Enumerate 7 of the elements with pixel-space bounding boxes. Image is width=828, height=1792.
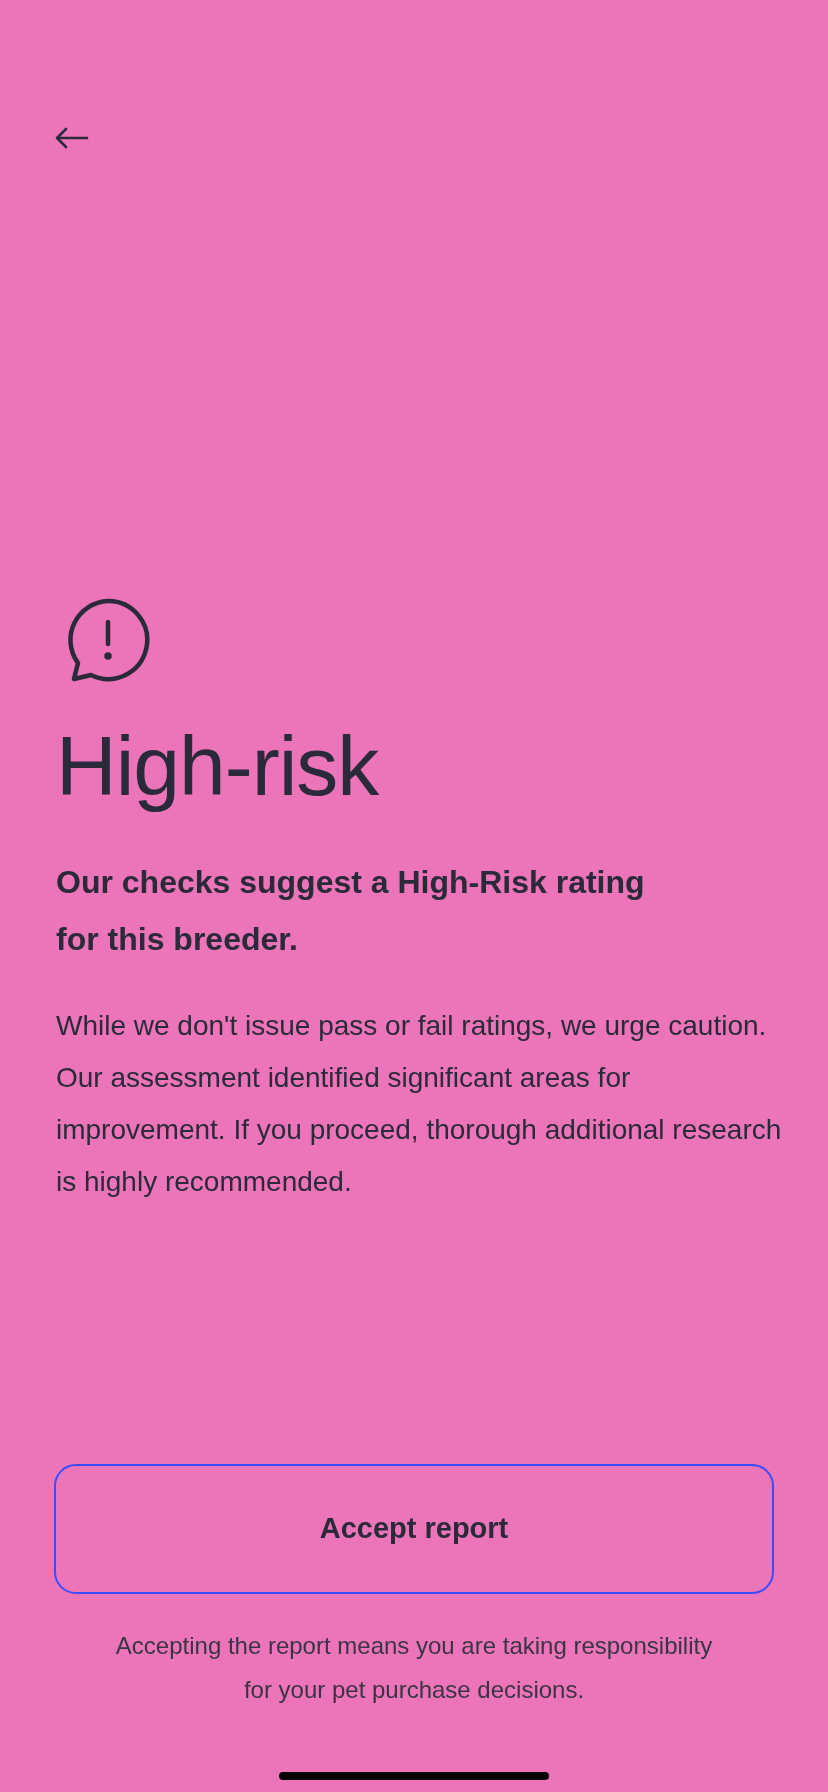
disclaimer-text: Accepting the report means you are taking responsibility for your pet purchase decisions. <box>114 1631 714 1705</box>
accept-report-button[interactable]: Accept report <box>54 1464 774 1594</box>
speech-bubble-alert-icon <box>66 598 150 682</box>
page-title: High-risk <box>56 718 379 815</box>
subtitle: Our checks suggest a High-Risk rating for this breeder. <box>56 863 646 959</box>
back-arrow-icon <box>55 127 89 149</box>
body-text: While we don't issue pass or fail ratings, we urge caution. Our assessment identified significant areas for improvement. If you proceed, thorough additional research is highly recommended. <box>56 1009 783 1199</box>
